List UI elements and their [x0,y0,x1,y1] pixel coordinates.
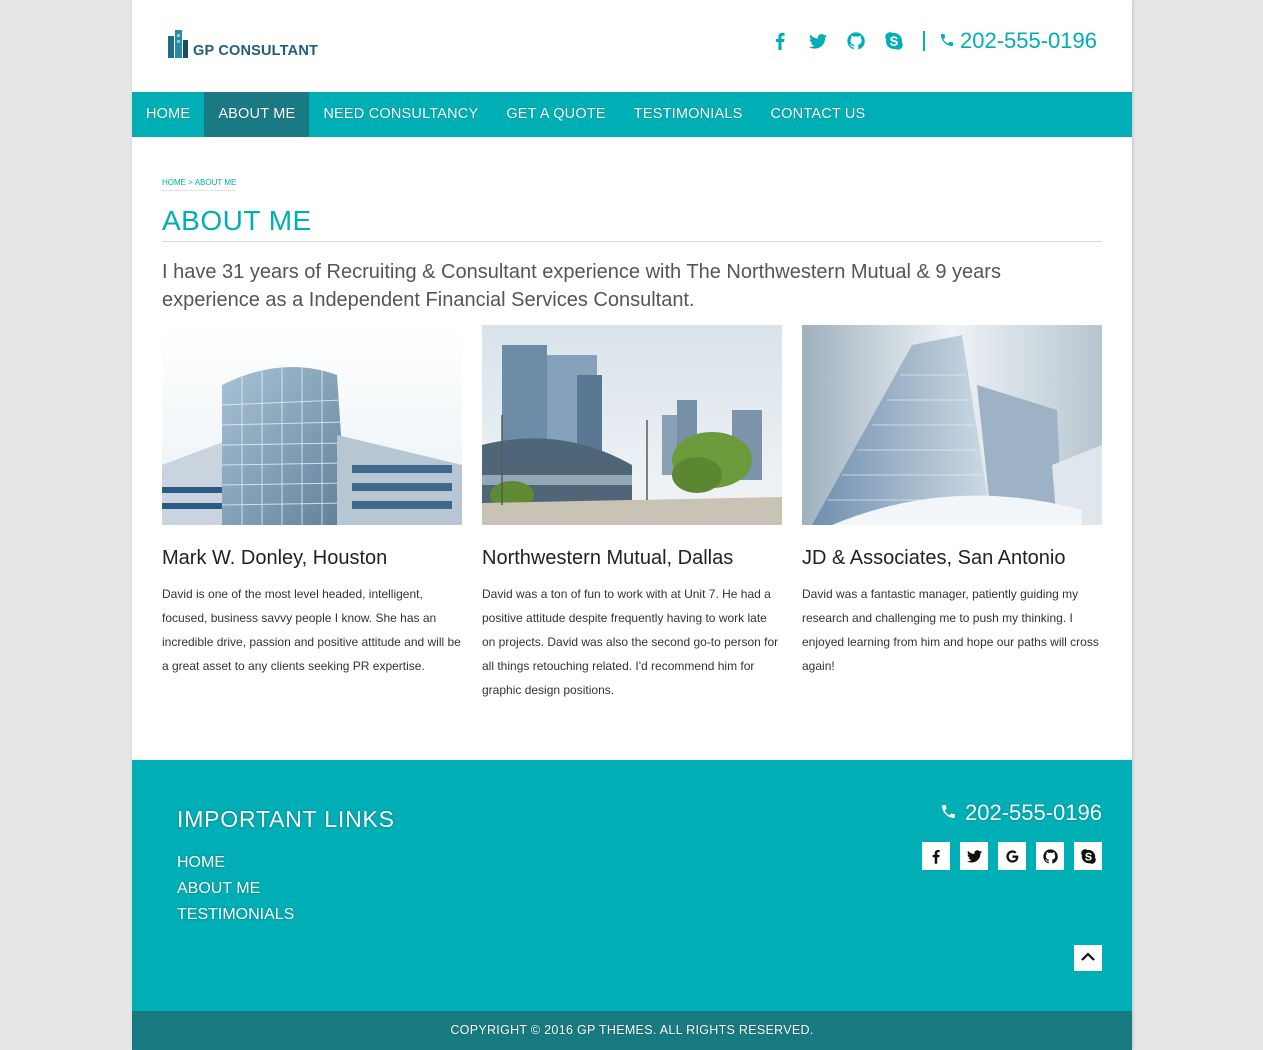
site-footer: IMPORTANT LINKS HOME ABOUT ME TESTIMONIA… [132,760,1132,1011]
page-title: ABOUT ME [162,205,1102,242]
footer-links: HOME ABOUT ME TESTIMONIALS [177,850,294,928]
footer-link-testimonials[interactable]: TESTIMONIALS [177,902,294,928]
nav-item-home[interactable]: HOME [132,92,204,137]
facebook-icon[interactable] [922,842,950,870]
logo-buildings-icon [166,30,190,58]
site-logo[interactable]: GP CONSULTANT [166,30,318,58]
footer-social-icons [922,842,1102,870]
card-title: Mark W. Donley, Houston [162,547,388,569]
copyright-bar: COPYRIGHT © 2016 GP THEMES. ALL RIGHTS R… [132,1011,1132,1050]
testimonial-cards: Mark W. Donley, Houston David is one of … [162,325,1102,702]
card-image-city-plaza [482,325,782,525]
testimonial-card: Mark W. Donley, Houston David is one of … [162,325,462,702]
footer-phone[interactable]: 202-555-0196 [940,800,1102,826]
header-phone[interactable]: 202-555-0196 [939,28,1097,54]
card-text: David was a ton of fun to work with at U… [482,587,779,697]
testimonial-card: JD & Associates, San Antonio David was a… [802,325,1102,702]
card-image-skyscraper [802,325,1102,525]
main-content: HOME > ABOUT ME ABOUT ME I have 31 years… [162,137,1102,702]
breadcrumb-separator: > [188,178,193,187]
footer-phone-number: 202-555-0196 [964,800,1102,825]
intro-text: I have 31 years of Recruiting & Consulta… [162,261,1001,311]
site-header: GP CONSULTANT 202-555-0196 [132,0,1132,92]
facebook-icon[interactable] [771,32,789,50]
github-icon[interactable] [1036,842,1064,870]
nav-item-about-me[interactable]: ABOUT ME [204,92,310,137]
header-phone-number: 202-555-0196 [959,28,1097,53]
google-icon[interactable] [998,842,1026,870]
footer-link-about-me[interactable]: ABOUT ME [177,876,294,902]
skype-icon[interactable] [1074,842,1102,870]
nav-item-need-consultancy[interactable]: NEED CONSULTANCY [309,92,492,137]
twitter-icon[interactable] [960,842,988,870]
phone-icon [939,28,955,54]
footer-link-home[interactable]: HOME [177,850,294,876]
scroll-to-top-button[interactable] [1074,945,1102,971]
nav-item-testimonials[interactable]: TESTIMONIALS [620,92,757,137]
header-contact: 202-555-0196 [771,28,1097,54]
footer-links-heading: IMPORTANT LINKS [177,806,395,832]
breadcrumb-current: ABOUT ME [194,178,237,187]
header-divider [922,31,925,51]
card-text: David was a fantastic manager, patiently… [802,587,1099,673]
testimonial-card: Northwestern Mutual, Dallas David was a … [482,325,782,702]
breadcrumb: HOME > ABOUT ME [162,178,237,191]
phone-icon [940,800,957,826]
breadcrumb-home-link[interactable]: HOME [162,178,186,187]
card-title: JD & Associates, San Antonio [802,547,1066,569]
card-image-glass-building [162,325,462,525]
card-text: David is one of the most level headed, i… [162,587,461,673]
card-title: Northwestern Mutual, Dallas [482,547,734,569]
nav-item-contact-us[interactable]: CONTACT US [757,92,880,137]
logo-text: GP CONSULTANT [193,43,319,59]
header-social-icons [771,32,903,50]
page-container: GP CONSULTANT 202-555-0196 HOME ABOUT ME… [132,0,1132,1050]
skype-icon[interactable] [885,32,903,50]
nav-item-get-a-quote[interactable]: GET A QUOTE [492,92,619,137]
github-icon[interactable] [847,32,865,50]
main-nav: HOME ABOUT ME NEED CONSULTANCY GET A QUO… [132,92,1132,137]
twitter-icon[interactable] [808,32,827,50]
chevron-up-icon [1081,949,1095,967]
